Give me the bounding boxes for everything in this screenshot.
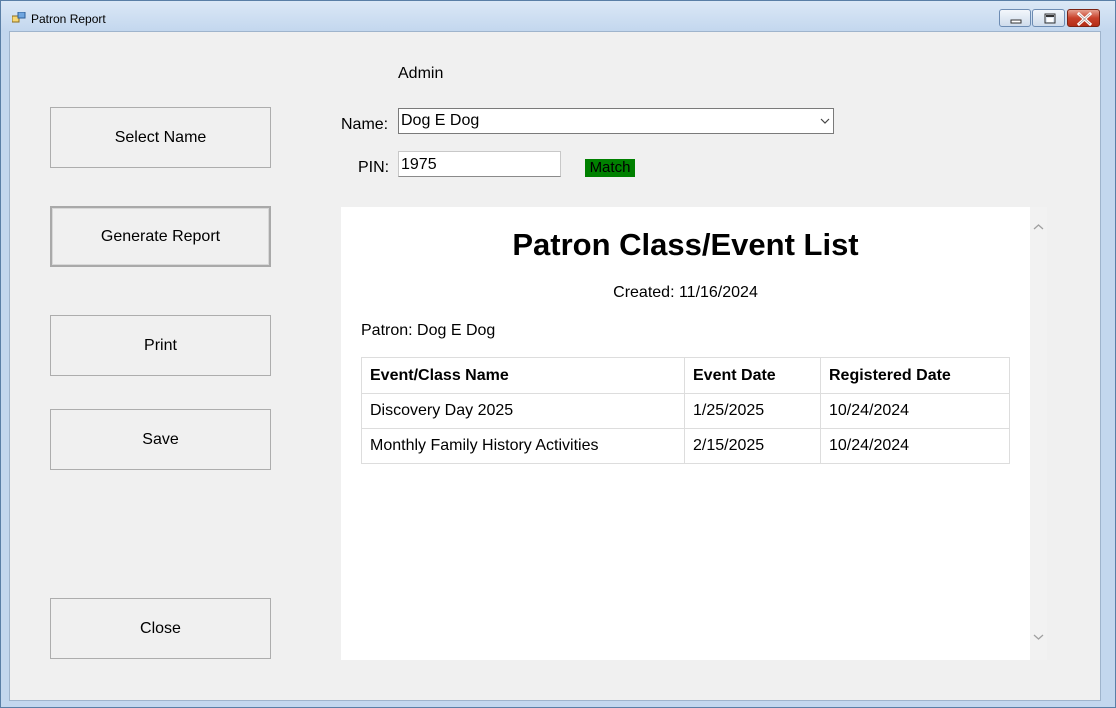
column-header-registered-date: Registered Date xyxy=(820,357,1010,394)
report-created-date: Created: 11/16/2024 xyxy=(613,284,758,301)
print-button[interactable]: Print xyxy=(50,315,271,376)
chevron-down-icon[interactable] xyxy=(820,117,830,125)
report-scrollbar[interactable] xyxy=(1030,207,1047,660)
table-row: Discovery Day 2025 1/25/2025 10/24/2024 xyxy=(361,393,1010,429)
maximize-icon xyxy=(1044,13,1056,24)
select-name-button[interactable]: Select Name xyxy=(50,107,271,168)
registered-date-cell: 10/24/2024 xyxy=(820,428,1010,464)
event-date-cell: 2/15/2025 xyxy=(684,428,821,464)
report-patron-name: Patron: Dog E Dog xyxy=(361,322,496,339)
chevron-down-icon[interactable] xyxy=(1033,633,1044,641)
report-viewer[interactable]: Patron Class/Event List Created: 11/16/2… xyxy=(341,207,1047,660)
user-role-label: Admin xyxy=(398,65,444,82)
close-button[interactable]: Close xyxy=(50,598,271,659)
report-title: Patron Class/Event List xyxy=(512,227,859,262)
close-icon xyxy=(1076,11,1093,27)
match-status-badge: Match xyxy=(585,159,635,177)
client-area: Select Name Generate Report Print Save C… xyxy=(9,31,1101,701)
pin-label: PIN: xyxy=(358,159,390,176)
generate-report-button[interactable]: Generate Report xyxy=(50,206,271,267)
table-header-row: Event/Class Name Event Date Registered D… xyxy=(361,357,1010,394)
app-window-icon xyxy=(12,12,26,23)
name-dropdown-value: Dog E Dog xyxy=(401,112,480,129)
event-name-cell: Discovery Day 2025 xyxy=(361,393,685,429)
report-table: Event/Class Name Event Date Registered D… xyxy=(361,357,1010,464)
registered-date-cell: 10/24/2024 xyxy=(820,393,1010,429)
patron-report-window: Patron Report Select Name Generate Repor… xyxy=(0,0,1116,708)
column-header-event-name: Event/Class Name xyxy=(361,357,685,394)
minimize-button[interactable] xyxy=(999,9,1031,27)
title-bar[interactable]: Patron Report xyxy=(1,1,1115,31)
name-dropdown[interactable]: Dog E Dog xyxy=(398,108,834,134)
minimize-icon xyxy=(1010,19,1022,24)
column-header-event-date: Event Date xyxy=(684,357,821,394)
event-name-cell: Monthly Family History Activities xyxy=(361,428,685,464)
maximize-button[interactable] xyxy=(1032,9,1065,27)
close-window-button[interactable] xyxy=(1067,9,1100,27)
event-date-cell: 1/25/2025 xyxy=(684,393,821,429)
chevron-up-icon[interactable] xyxy=(1033,223,1044,231)
save-button[interactable]: Save xyxy=(50,409,271,470)
pin-input[interactable] xyxy=(398,151,561,177)
name-label: Name: xyxy=(341,116,389,133)
table-row: Monthly Family History Activities 2/15/2… xyxy=(361,428,1010,464)
window-title: Patron Report xyxy=(31,12,106,26)
